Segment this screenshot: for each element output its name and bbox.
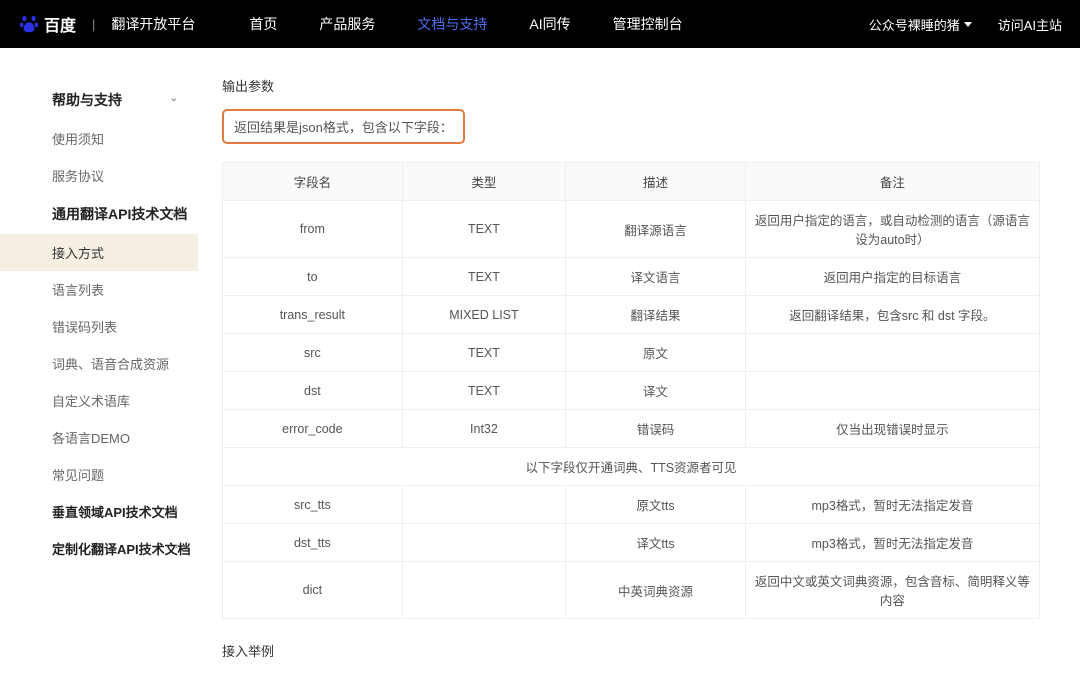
sidebar-item-dict-tts[interactable]: 词典、语音合成资源: [0, 345, 198, 382]
cell-type: [402, 524, 565, 562]
sidebar-section-help[interactable]: 帮助与支持 ⌄: [0, 80, 198, 120]
table-row: from TEXT 翻译源语言 返回用户指定的语言，或自动检测的语言（源语言设为…: [223, 201, 1040, 258]
cell-type: [402, 562, 565, 619]
th-note: 备注: [745, 163, 1039, 201]
cell-name: trans_result: [223, 296, 403, 334]
sidebar-section-label: 通用翻译API技术文档: [52, 206, 187, 222]
cell-desc: 译文tts: [566, 524, 746, 562]
cell-type: [402, 486, 565, 524]
cell-desc: 错误码: [566, 410, 746, 448]
sidebar-item-agreement[interactable]: 服务协议: [0, 157, 198, 194]
sidebar-section-label: 帮助与支持: [52, 92, 122, 108]
nav-product[interactable]: 产品服务: [319, 14, 375, 34]
nav-home[interactable]: 首页: [249, 14, 277, 34]
table-row: src TEXT 原文: [223, 334, 1040, 372]
cell-name: dict: [223, 562, 403, 619]
table-row: src_tts 原文tts mp3格式，暂时无法指定发音: [223, 486, 1040, 524]
header-right: 公众号裸睡的猪 访问AI主站: [869, 15, 1062, 34]
top-nav-header: 百度 | 翻译开放平台 首页 产品服务 文档与支持 AI同传 管理控制台 公众号…: [0, 0, 1080, 48]
main-nav: 首页 产品服务 文档与支持 AI同传 管理控制台: [249, 14, 682, 34]
user-menu[interactable]: 公众号裸睡的猪: [869, 15, 972, 34]
cell-type: TEXT: [402, 201, 565, 258]
visit-main-site-link[interactable]: 访问AI主站: [998, 15, 1062, 34]
user-name: 公众号裸睡的猪: [869, 15, 960, 34]
table-row: error_code Int32 错误码 仅当出现错误时显示: [223, 410, 1040, 448]
sidebar-item-glossary[interactable]: 自定义术语库: [0, 382, 198, 419]
sidebar-section-label: 定制化翻译API技术文档: [52, 542, 191, 557]
th-type: 类型: [402, 163, 565, 201]
output-params-table: 字段名 类型 描述 备注 from TEXT 翻译源语言 返回用户指定的语言，或…: [222, 162, 1040, 619]
cell-desc: 译文语言: [566, 258, 746, 296]
page-layout: 帮助与支持 ⌄ 使用须知 服务协议 通用翻译API技术文档 ⌄ 接入方式 语言列…: [0, 48, 1080, 690]
sidebar-item-access[interactable]: 接入方式: [0, 234, 198, 271]
table-row: trans_result MIXED LIST 翻译结果 返回翻译结果，包含sr…: [223, 296, 1040, 334]
example-title: 接入举例: [222, 641, 1040, 660]
baidu-logo: 百度: [18, 12, 76, 36]
logo-text: 百度: [44, 12, 76, 36]
table-header-row: 字段名 类型 描述 备注: [223, 163, 1040, 201]
cell-note: mp3格式，暂时无法指定发音: [745, 486, 1039, 524]
cell-name: error_code: [223, 410, 403, 448]
table-row: dst TEXT 译文: [223, 372, 1040, 410]
cell-desc: 中英词典资源: [566, 562, 746, 619]
sidebar-item-languages[interactable]: 语言列表: [0, 271, 198, 308]
cell-desc: 翻译结果: [566, 296, 746, 334]
cell-desc: 原文: [566, 334, 746, 372]
sidebar-section-custom-api[interactable]: 定制化翻译API技术文档 ›: [0, 530, 198, 567]
chevron-down-icon: ⌄: [170, 93, 178, 104]
cell-note: [745, 334, 1039, 372]
chevron-right-icon: ›: [175, 504, 178, 515]
cell-name: from: [223, 201, 403, 258]
cell-desc: 译文: [566, 372, 746, 410]
cell-note: mp3格式，暂时无法指定发音: [745, 524, 1039, 562]
cell-name: dst_tts: [223, 524, 403, 562]
cell-note: 返回翻译结果，包含src 和 dst 字段。: [745, 296, 1039, 334]
cell-type: MIXED LIST: [402, 296, 565, 334]
cell-desc: 翻译源语言: [566, 201, 746, 258]
cell-type: TEXT: [402, 372, 565, 410]
cell-name: dst: [223, 372, 403, 410]
logo-area[interactable]: 百度 | 翻译开放平台: [18, 12, 195, 36]
platform-name: 翻译开放平台: [111, 14, 195, 34]
sidebar-section-general-api[interactable]: 通用翻译API技术文档 ⌄: [0, 194, 198, 234]
nav-docs[interactable]: 文档与支持: [417, 14, 487, 34]
cell-span-note: 以下字段仅开通词典、TTS资源者可见: [223, 448, 1040, 486]
cell-note: 仅当出现错误时显示: [745, 410, 1039, 448]
main-content: 输出参数 返回结果是json格式，包含以下字段： 字段名 类型 描述 备注 fr…: [198, 48, 1068, 690]
caret-down-icon: [964, 22, 972, 27]
nav-console[interactable]: 管理控制台: [613, 14, 683, 34]
cell-note: 返回中文或英文词典资源，包含音标、简明释义等内容: [745, 562, 1039, 619]
cell-desc: 原文tts: [566, 486, 746, 524]
cell-note: 返回用户指定的语言，或自动检测的语言（源语言设为auto时）: [745, 201, 1039, 258]
cell-name: src: [223, 334, 403, 372]
sidebar-item-demo[interactable]: 各语言DEMO: [0, 419, 198, 456]
table-row: to TEXT 译文语言 返回用户指定的目标语言: [223, 258, 1040, 296]
nav-interpret[interactable]: AI同传: [529, 14, 570, 34]
table-row: dst_tts 译文tts mp3格式，暂时无法指定发音: [223, 524, 1040, 562]
chevron-down-icon: ⌄: [170, 207, 178, 218]
highlight-box: 返回结果是json格式，包含以下字段：: [222, 109, 465, 144]
cell-type: TEXT: [402, 334, 565, 372]
cell-name: src_tts: [223, 486, 403, 524]
cell-name: to: [223, 258, 403, 296]
table-row: dict 中英词典资源 返回中文或英文词典资源，包含音标、简明释义等内容: [223, 562, 1040, 619]
logo-divider: |: [92, 17, 95, 32]
cell-note: 返回用户指定的目标语言: [745, 258, 1039, 296]
paw-icon: [18, 13, 40, 35]
table-row-span: 以下字段仅开通词典、TTS资源者可见: [223, 448, 1040, 486]
sidebar-item-errors[interactable]: 错误码列表: [0, 308, 198, 345]
th-desc: 描述: [566, 163, 746, 201]
cell-type: TEXT: [402, 258, 565, 296]
chevron-right-icon: ›: [175, 541, 178, 552]
th-field: 字段名: [223, 163, 403, 201]
sidebar-section-vertical-api[interactable]: 垂直领域API技术文档 ›: [0, 493, 198, 530]
sidebar-item-faq[interactable]: 常见问题: [0, 456, 198, 493]
cell-type: Int32: [402, 410, 565, 448]
sidebar: 帮助与支持 ⌄ 使用须知 服务协议 通用翻译API技术文档 ⌄ 接入方式 语言列…: [0, 48, 198, 690]
sidebar-item-usage[interactable]: 使用须知: [0, 120, 198, 157]
output-params-title: 输出参数: [222, 76, 1040, 95]
cell-note: [745, 372, 1039, 410]
